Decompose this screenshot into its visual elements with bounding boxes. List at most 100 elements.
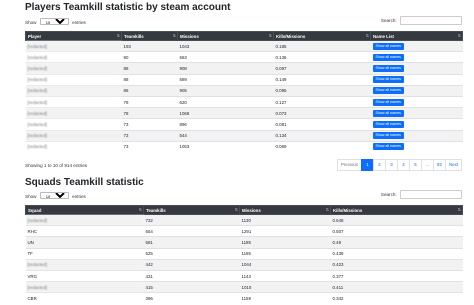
players-search-input[interactable] — [400, 16, 462, 25]
search-label: Search: — [380, 18, 397, 23]
name-list-cell: Show all names — [370, 129, 463, 142]
column-header-missions[interactable]: Missions ⇅ — [239, 205, 331, 215]
ratio-cell: 0.411 — [330, 281, 463, 293]
show-all-names-button[interactable]: Show all names — [372, 120, 404, 128]
show-all-names-button[interactable]: Show all names — [372, 64, 404, 72]
sort-arrows-icon: ⇅ — [457, 33, 462, 38]
column-header-kills-missions[interactable]: Kills/Missions ⇅ — [273, 31, 371, 41]
name-list-cell: Show all names — [370, 140, 463, 152]
player-name: [redacted] — [25, 62, 122, 75]
show-all-names-button[interactable]: Show all names — [372, 76, 404, 84]
pagination-next[interactable]: Next — [444, 159, 462, 171]
player-name: [redacted] — [25, 118, 122, 130]
players-length-select[interactable]: 10 — [39, 18, 69, 25]
name-list-cell: Show all names — [370, 84, 463, 97]
squad-name: RHC — [25, 225, 144, 237]
ratio-cell: 0.648 — [330, 213, 463, 226]
missions-cell: 1043 — [177, 39, 274, 52]
ratio-cell: 0.423 — [330, 258, 463, 271]
entries-label: entries — [72, 194, 86, 199]
players-title: Players Teamkill statistic by steam acco… — [25, 2, 231, 13]
teamkills-cell: 431 — [143, 269, 240, 282]
table-row: CBR 396 1159 0.342 — [25, 292, 463, 304]
column-header-squad[interactable]: Squad ⇅ — [25, 205, 144, 215]
entries-label: entries — [72, 20, 86, 25]
missions-cell: 1143 — [239, 269, 331, 282]
squads-length-control: Show 10 entries — [25, 192, 86, 199]
squads-table: Squad ⇅ Teamkills ⇅ Missions ⇅ Kills/Missio… — [25, 205, 463, 304]
squad-name: [redacted] — [25, 213, 144, 226]
ratio-cell: 0.081 — [273, 118, 371, 130]
show-all-names-button[interactable]: Show all names — [372, 109, 404, 117]
player-name: [redacted] — [25, 95, 122, 108]
column-header-name-list[interactable]: Name List ⇅ — [370, 31, 463, 41]
show-all-names-button[interactable]: Show all names — [372, 87, 404, 95]
ratio-cell: 0.439 — [330, 247, 463, 260]
missions-cell: 1159 — [239, 292, 331, 304]
teamkills-cell: 86 — [121, 84, 178, 97]
player-name: [redacted] — [25, 107, 122, 119]
squads-search: Search: — [381, 190, 462, 199]
name-list-cell: Show all names — [370, 118, 463, 130]
missions-cell: 1130 — [239, 213, 331, 226]
missions-cell: 1068 — [177, 107, 274, 119]
table-row: [redacted] 88 908 0.097 Show all names — [25, 62, 463, 75]
squads-search-input[interactable] — [400, 190, 462, 199]
sort-arrows-icon: ⇅ — [116, 33, 121, 38]
squads-controls: Show 10 entries Search: — [25, 190, 462, 200]
table-row: TF 525 1195 0.439 — [25, 247, 463, 260]
sort-arrows-icon: ⇅ — [457, 207, 462, 212]
pagination-previous[interactable]: Previous — [336, 159, 362, 171]
squad-name: VRG — [25, 269, 144, 282]
table-row: [redacted] 78 1068 0.073 Show all names — [25, 107, 463, 119]
squad-name: TF — [25, 247, 144, 260]
column-header-kills-missions[interactable]: Kills/Missions ⇅ — [330, 205, 463, 215]
show-all-names-button[interactable]: Show all names — [372, 98, 404, 106]
teamkills-cell: 88 — [121, 73, 178, 86]
column-header-player[interactable]: Player ⇅ — [25, 31, 122, 41]
show-all-names-button[interactable]: Show all names — [372, 132, 404, 140]
table-row: [redacted] 90 663 0.136 Show all names — [25, 51, 463, 63]
table-row: [redacted] 79 620 0.127 Show all names — [25, 95, 463, 108]
teamkills-cell: 415 — [143, 281, 240, 293]
table-row: [redacted] 415 1010 0.411 — [25, 281, 463, 293]
table-row: [redacted] 73 896 0.081 Show all names — [25, 118, 463, 130]
squad-name: CBR — [25, 292, 144, 304]
teamkills-cell: 396 — [143, 292, 240, 304]
sort-arrows-icon: ⇅ — [365, 33, 370, 38]
missions-cell: 1010 — [239, 281, 331, 293]
teamkills-cell: 73 — [121, 140, 178, 152]
teamkills-cell: 654 — [143, 225, 240, 237]
sort-arrows-icon: ⇅ — [172, 33, 177, 38]
ratio-cell: 0.49 — [330, 236, 463, 249]
teamkills-cell: 73 — [121, 118, 178, 130]
ratio-cell: 0.134 — [273, 129, 371, 142]
show-all-names-button[interactable]: Show all names — [372, 42, 404, 50]
table-row: [redacted] 732 1130 0.648 — [25, 213, 463, 226]
players-search: Search: — [381, 16, 462, 25]
missions-cell: 1291 — [239, 225, 331, 237]
players-table-info: Showing 1 to 10 of 914 entries — [25, 163, 88, 168]
name-list-cell: Show all names — [370, 107, 463, 119]
teamkills-cell: 732 — [143, 213, 240, 226]
teamkills-cell: 78 — [121, 107, 178, 119]
ratio-cell: 0.377 — [330, 269, 463, 282]
squad-name: UN — [25, 236, 144, 249]
player-name: [redacted] — [25, 84, 122, 97]
teamkills-cell: 79 — [121, 95, 178, 108]
squads-title: Squads Teamkill statistic — [25, 177, 144, 188]
missions-cell: 905 — [177, 84, 274, 97]
show-label: Show — [25, 20, 37, 25]
player-name: [redacted] — [25, 73, 122, 86]
name-list-cell: Show all names — [370, 51, 463, 63]
show-all-names-button[interactable]: Show all names — [372, 143, 404, 151]
squads-length-select[interactable]: 10 — [39, 192, 69, 199]
sort-arrows-icon: ⇅ — [234, 207, 239, 212]
teamkills-cell: 88 — [121, 62, 178, 75]
missions-cell: 663 — [177, 51, 274, 63]
column-header-teamkills[interactable]: Teamkills ⇅ — [121, 31, 178, 41]
show-all-names-button[interactable]: Show all names — [372, 53, 404, 61]
column-header-missions[interactable]: Missions ⇅ — [177, 31, 274, 41]
ratio-cell: 0.342 — [330, 292, 463, 304]
column-header-teamkills[interactable]: Teamkills ⇅ — [143, 205, 240, 215]
